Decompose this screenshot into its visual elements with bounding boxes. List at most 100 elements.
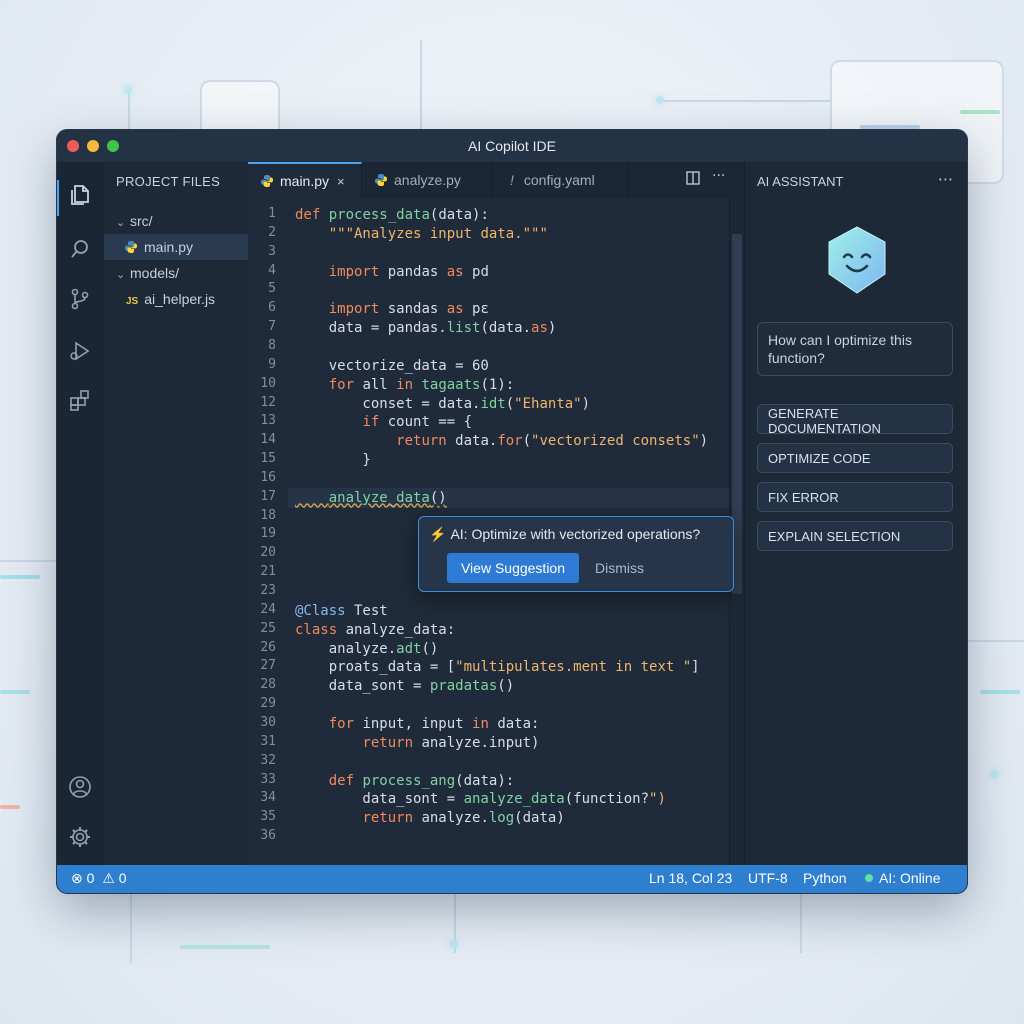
line-number: 18 — [260, 507, 276, 523]
code-line: return analyze.log(data) — [362, 810, 565, 827]
lightning-icon: ⚡ — [429, 526, 447, 542]
line-number: 4 — [268, 262, 276, 278]
code-line: import sandas as pɛ — [328, 301, 489, 318]
code-line: data_sont = pradatas() — [295, 678, 515, 695]
explain-selection-button[interactable]: EXPLAIN SELECTION — [757, 521, 953, 551]
active-indicator — [57, 180, 59, 216]
tab-config-yaml[interactable]: ! config.yaml — [492, 162, 628, 198]
close-tab-icon[interactable]: × — [337, 174, 345, 189]
tab-label: main.py — [280, 173, 330, 189]
split-editor-icon[interactable] — [686, 171, 700, 189]
line-number: 3 — [268, 243, 276, 259]
code-line: analyze_data() — [328, 489, 447, 506]
code-line: def process_data(data): — [295, 207, 489, 223]
tab-main-py[interactable]: main.py × — [248, 162, 362, 198]
optimize-code-button[interactable]: OPTIMIZE CODE — [757, 443, 953, 473]
line-number: 13 — [260, 413, 276, 429]
line-number-gutter: 1 2 3 4 5 6 7 8 9 10 12 13 14 15 16 17 18 19 20 21 23 24 25 26 2… — [248, 198, 284, 865]
settings-gear-icon[interactable] — [67, 824, 93, 850]
cursor-position[interactable]: Ln 18, Col 23 — [649, 870, 732, 886]
tree-file-ai-helper-js[interactable]: JS ai_helper.js — [104, 286, 248, 312]
title-bar: AI Copilot IDE — [57, 130, 967, 163]
search-icon[interactable] — [67, 236, 93, 262]
problems-indicator[interactable]: ⊗ 0 ⚠ 0 — [71, 870, 127, 887]
ai-avatar-icon — [828, 226, 886, 294]
line-number: 28 — [260, 677, 276, 693]
tree-item-label: ai_helper.js — [144, 291, 216, 307]
line-number: 32 — [260, 752, 276, 768]
line-number: 25 — [260, 620, 276, 636]
ai-suggestion-popup: ⚡ AI: Optimize with vectorized operations… — [418, 516, 734, 592]
ai-assistant-panel: AI ASSISTANT ··· How can I optimize this… — [744, 162, 967, 865]
encoding-indicator[interactable]: UTF-8 — [748, 870, 788, 886]
code-line: for input, input in data: — [328, 715, 540, 732]
tree-file-main-py[interactable]: main.py — [104, 234, 248, 260]
code-line: return data.for("vectorized consets") — [396, 433, 709, 450]
line-number: 31 — [260, 733, 276, 749]
run-debug-icon[interactable] — [67, 338, 93, 364]
view-suggestion-button[interactable]: View Suggestion — [447, 553, 579, 583]
line-number: 19 — [260, 526, 276, 542]
code-line: } — [295, 452, 371, 469]
line-number: 20 — [260, 545, 276, 561]
code-line: conset = data.idt("Ehanta") — [295, 395, 591, 412]
tab-label: analyze.py — [394, 172, 461, 188]
line-number: 35 — [260, 809, 276, 825]
line-number: 5 — [268, 281, 276, 297]
line-number: 12 — [260, 394, 276, 410]
code-line: import pandas as pd — [328, 263, 489, 280]
explorer-title: PROJECT FILES — [116, 174, 221, 189]
tab-analyze-py[interactable]: analyze.py — [362, 162, 492, 198]
code-line: data = pandas.list(data.as) — [295, 320, 557, 337]
file-explorer: PROJECT FILES ⌄ src/ main.py ⌄ models/ JS a… — [104, 162, 249, 865]
tab-label: config.yaml — [523, 172, 595, 188]
tree-folder-src[interactable]: ⌄ src/ — [104, 208, 248, 234]
chevron-down-icon: ⌄ — [116, 269, 126, 281]
code-line: class analyze_data: — [295, 621, 456, 638]
code-line: def process_ang(data): — [328, 772, 515, 789]
status-bar: ⊗ 0 ⚠ 0 Ln 18, Col 23 UTF-8 Python AI: O… — [57, 865, 967, 893]
chevron-down-icon: ⌄ — [116, 217, 126, 229]
code-line: for all in tagaats(1): — [328, 376, 515, 393]
line-number: 9 — [268, 356, 276, 372]
language-mode[interactable]: Python — [803, 870, 847, 886]
line-number: 33 — [260, 771, 276, 787]
code-line: analyze.adt() — [295, 640, 439, 657]
online-status-dot — [865, 874, 873, 882]
line-number: 16 — [260, 469, 276, 485]
line-number: 26 — [260, 639, 276, 655]
yaml-file-icon: ! — [510, 172, 514, 188]
assistant-prompt-input[interactable]: How can I optimize this function? — [757, 322, 953, 376]
code-line: data_sont = analyze_data(function?") — [295, 791, 666, 808]
line-number: 34 — [260, 790, 276, 806]
files-icon[interactable] — [67, 182, 93, 208]
dismiss-button[interactable]: Dismiss — [589, 553, 650, 583]
tree-folder-models[interactable]: ⌄ models/ — [104, 260, 248, 286]
error-icon: ⊗ — [71, 870, 83, 886]
line-number: 6 — [268, 300, 276, 316]
fix-error-button[interactable]: FIX ERROR — [757, 482, 953, 512]
ai-status[interactable]: AI: Online — [865, 870, 940, 886]
line-number: 23 — [260, 583, 276, 598]
code-line: if count == { — [362, 414, 473, 431]
tree-item-label: src/ — [130, 213, 153, 229]
line-number: 14 — [260, 432, 276, 448]
more-options-icon[interactable]: ··· — [938, 170, 953, 189]
line-number: 2 — [268, 224, 276, 240]
activity-bar — [57, 162, 105, 865]
line-number: 15 — [260, 451, 276, 467]
line-number: 29 — [260, 696, 276, 712]
line-number: 17 — [260, 488, 276, 504]
ide-window: AI Copilot IDE PROJECT FILES ⌄ src/ main… — [57, 130, 967, 893]
line-number: 8 — [268, 337, 276, 353]
code-line: proats_data = ["multipulates.ment in tex… — [295, 659, 700, 676]
generate-documentation-button[interactable]: GENERATE DOCUMENTATION — [757, 404, 953, 436]
source-control-icon[interactable] — [67, 286, 93, 312]
more-actions-icon[interactable]: ··· — [712, 168, 725, 184]
tree-item-label: main.py — [144, 239, 194, 255]
extensions-icon[interactable] — [67, 388, 93, 414]
account-icon[interactable] — [67, 774, 93, 800]
js-file-icon: JS — [126, 296, 139, 307]
code-line: @Class Test — [295, 602, 388, 619]
line-number: 10 — [260, 375, 276, 391]
